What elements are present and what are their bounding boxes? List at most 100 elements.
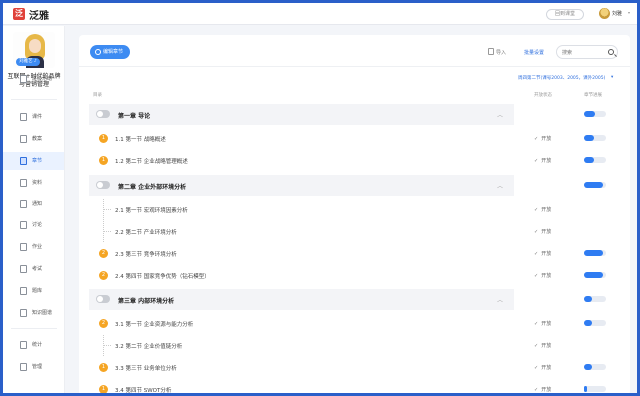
sidebar-item-activities[interactable]: 班级活动: [3, 70, 64, 88]
sidebar-item-discussion[interactable]: 讨论: [3, 216, 64, 234]
chevron-down-icon[interactable]: ▾: [628, 10, 630, 15]
batch-settings-link[interactable]: 批量设置: [524, 49, 544, 56]
statistics-icon: [20, 341, 27, 349]
search-icon[interactable]: [608, 49, 614, 55]
section-row[interactable]: 2 3.1 第一节 企业资源与能力分析: [89, 313, 514, 334]
section-row[interactable]: 1 3.3 第三节 业务单位分析: [89, 357, 514, 378]
section-row[interactable]: 2 2.3 第三节 竞争环境分析: [89, 243, 514, 264]
open-status[interactable]: ✓ 开放: [534, 386, 551, 393]
section-row[interactable]: 2 2.4 第四节 国家竞争优势（钻石模型）: [89, 265, 514, 286]
lesson-plan-icon: [20, 135, 27, 143]
chapter-row[interactable]: 第二章 企业外部环境分析 ︿: [89, 175, 514, 196]
open-status[interactable]: ✓ 开放: [534, 228, 551, 235]
open-status[interactable]: ✓ 开放: [534, 135, 551, 142]
progress-fill: [584, 111, 595, 117]
section-title[interactable]: 1.1 第一节 战略概述: [115, 135, 166, 143]
chapter-toggle[interactable]: [96, 295, 110, 303]
sidebar-item-homework[interactable]: 作业: [3, 238, 64, 256]
open-status[interactable]: ✓ 开放: [534, 250, 551, 257]
chapter-row[interactable]: 第三章 内部环境分析 ︿: [89, 289, 514, 310]
user-name[interactable]: 刘雅: [612, 10, 622, 17]
section-title[interactable]: 2.2 第二节 产业环境分析: [115, 228, 177, 236]
section-row[interactable]: 2.2 第二节 产业环境分析: [89, 221, 514, 242]
section-title[interactable]: 2.1 第一节 宏观环境因素分析: [115, 206, 188, 214]
status-label: 开放: [541, 365, 552, 371]
progress-fill: [584, 272, 603, 278]
progress-bar: [584, 272, 606, 278]
sidebar-item-label: 考试: [32, 266, 43, 272]
search-input[interactable]: [562, 48, 606, 57]
section-row[interactable]: 2.1 第一节 宏观环境因素分析: [89, 199, 514, 220]
chapter-row[interactable]: 第一章 导论 ︿: [89, 104, 514, 125]
user-avatar[interactable]: [599, 8, 610, 19]
resources-icon: [20, 179, 27, 187]
management-icon: [20, 363, 27, 371]
chapter-panel: 编辑章节 导入 批量设置 周四第二节(课号2003、2005，课外2005) ▾…: [79, 35, 630, 393]
import-icon[interactable]: [488, 48, 494, 55]
sidebar-item-label: 作业: [32, 244, 43, 250]
column-catalog: 目录: [93, 93, 102, 98]
check-icon: ✓: [534, 158, 539, 164]
chevron-up-icon[interactable]: ︿: [497, 295, 503, 304]
sidebar-item-exams[interactable]: 考试: [3, 260, 64, 278]
app-window: 泛 泛雅 回到课堂 刘雅 ▾ 刘雅艺 ♪ 互联网+时代的品牌与营销管理 班级活动…: [3, 3, 637, 393]
sidebar-item-courseware[interactable]: 课件: [3, 108, 64, 126]
edit-chapter-label: 编辑章节: [103, 49, 124, 55]
class-filter-select[interactable]: 周四第二节(课号2003、2005，课外2005): [518, 75, 605, 81]
section-title[interactable]: 3.2 第二节 企业价值链分析: [115, 342, 182, 350]
back-to-class-button[interactable]: 回到课堂: [546, 9, 584, 20]
progress-bar: [584, 182, 606, 188]
open-status[interactable]: ✓ 开放: [534, 320, 551, 327]
check-icon: ✓: [534, 207, 539, 213]
section-row[interactable]: 1 1.2 第二节 企业战略管理概述: [89, 150, 514, 171]
open-status[interactable]: ✓ 开放: [534, 206, 551, 213]
check-icon: ✓: [534, 387, 539, 393]
edit-chapter-button[interactable]: 编辑章节: [90, 45, 130, 59]
section-title[interactable]: 1.2 第二节 企业战略管理概述: [115, 157, 188, 165]
check-icon: ✓: [534, 343, 539, 349]
sidebar-item-management[interactable]: 管理: [3, 358, 64, 376]
progress-fill: [584, 250, 603, 256]
sidebar-item-statistics[interactable]: 统计: [3, 336, 64, 354]
open-status[interactable]: ✓ 开放: [534, 157, 551, 164]
sidebar-item-label: 班级活动: [32, 76, 53, 82]
progress-bar: [584, 320, 606, 326]
sidebar-item-label: 讨论: [32, 222, 43, 228]
sidebar-item-resources[interactable]: 资料: [3, 174, 64, 192]
section-title[interactable]: 2.4 第四节 国家竞争优势（钻石模型）: [115, 272, 210, 280]
sidebar-item-question-bank[interactable]: 题库: [3, 282, 64, 300]
section-row[interactable]: 3.2 第二节 企业价值链分析: [89, 335, 514, 356]
section-row[interactable]: 1 1.1 第一节 战略概述: [89, 128, 514, 149]
status-label: 开放: [541, 229, 552, 235]
status-label: 开放: [541, 387, 552, 393]
courseware-icon: [20, 113, 27, 121]
section-count-badge: 2: [99, 319, 108, 328]
sidebar-item-label: 资料: [32, 180, 43, 186]
sidebar-item-lesson-plan[interactable]: 教案: [3, 130, 64, 148]
section-title[interactable]: 3.1 第一节 企业资源与能力分析: [115, 320, 193, 328]
column-status: 开放状态: [534, 93, 552, 98]
course-cover-image: 刘雅艺 ♪: [13, 32, 55, 68]
progress-bar: [584, 111, 606, 117]
section-title[interactable]: 2.3 第三节 竞争环境分析: [115, 250, 177, 258]
sidebar-item-notices[interactable]: 通知: [3, 195, 64, 213]
sidebar-item-knowledge-graph[interactable]: 知识图谱: [3, 304, 64, 322]
divider: [79, 66, 630, 67]
import-link[interactable]: 导入: [496, 49, 506, 56]
sidebar-item-chapters[interactable]: 章节: [3, 152, 64, 170]
chapter-toggle[interactable]: [96, 110, 110, 118]
open-status[interactable]: ✓ 开放: [534, 272, 551, 279]
open-status[interactable]: ✓ 开放: [534, 364, 551, 371]
chapter-toggle[interactable]: [96, 181, 110, 189]
section-title[interactable]: 3.4 第四节 SWOT分析: [115, 386, 171, 393]
search-box[interactable]: [556, 45, 618, 59]
chevron-up-icon[interactable]: ︿: [497, 110, 503, 119]
open-status[interactable]: ✓ 开放: [534, 342, 551, 349]
tree-branch: [103, 231, 111, 232]
chevron-down-icon[interactable]: ▾: [611, 75, 613, 80]
check-icon: ✓: [534, 136, 539, 142]
section-title[interactable]: 3.3 第三节 业务单位分析: [115, 364, 177, 372]
section-row[interactable]: 1 3.4 第四节 SWOT分析: [89, 379, 514, 393]
chevron-up-icon[interactable]: ︿: [497, 181, 503, 190]
progress-fill: [584, 386, 587, 392]
